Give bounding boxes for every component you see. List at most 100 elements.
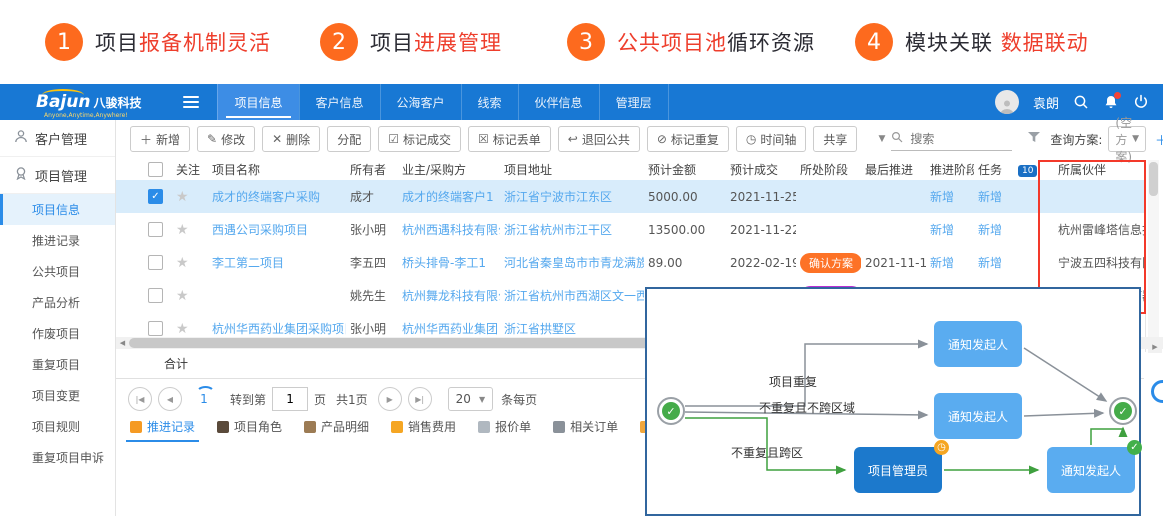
search-input[interactable] — [908, 131, 1012, 147]
task-link[interactable]: 新增 — [978, 190, 1002, 204]
mark-lost-button[interactable]: ☒标记丢单 — [468, 126, 551, 152]
sidebar-item-重复项目申诉[interactable]: 重复项目申诉 — [0, 442, 115, 473]
scroll-left-icon[interactable]: ◀ — [116, 337, 129, 349]
current-page[interactable]: 1 — [194, 392, 214, 406]
search-icon[interactable] — [1073, 94, 1089, 110]
sidebar-item-作废项目[interactable]: 作废项目 — [0, 318, 115, 349]
address-link[interactable]: 浙江省杭州市西湖区文一西... — [504, 289, 644, 303]
push-stage-link[interactable]: 新增 — [930, 223, 954, 237]
row-checkbox[interactable] — [148, 255, 163, 270]
nav-tab-伙伴信息[interactable]: 伙伴信息 — [518, 84, 599, 120]
hamburger-menu-icon[interactable] — [183, 96, 199, 108]
sidebar-item-项目信息[interactable]: 项目信息 — [0, 194, 115, 225]
workflow-node-通知发起人[interactable]: 通知发起人 — [1047, 447, 1135, 493]
prev-page-button[interactable]: ◀ — [158, 387, 182, 411]
workflow-node-通知发起人[interactable]: 通知发起人 — [934, 321, 1022, 367]
scroll-right-icon[interactable]: ▶ — [1148, 341, 1162, 353]
column-header-最后推进[interactable]: 最后推进 — [861, 161, 926, 178]
search-box[interactable] — [891, 128, 1012, 151]
bottom-tab-销售费用[interactable]: 销售费用 — [391, 418, 456, 442]
task-link[interactable]: 新增 — [978, 223, 1002, 237]
nav-tab-管理层[interactable]: 管理层 — [599, 84, 669, 120]
column-header-项目名称[interactable]: 项目名称 — [208, 161, 346, 178]
timeline-button[interactable]: ◷时间轴 — [736, 126, 807, 152]
bottom-tab-相关订单[interactable]: 相关订单 — [553, 418, 618, 442]
sidebar-item-公共项目[interactable]: 公共项目 — [0, 256, 115, 287]
buyer-link[interactable]: 杭州舞龙科技有限公司 — [402, 289, 500, 303]
address-link[interactable]: 浙江省拱墅区 — [504, 322, 576, 336]
push-stage-link[interactable]: 新增 — [930, 190, 954, 204]
column-header-所处阶段[interactable]: 所处阶段 — [796, 161, 861, 178]
buyer-link[interactable]: 桥头排骨-李工1 — [402, 256, 486, 270]
table-row[interactable]: ★李工第二项目李五四桥头排骨-李工1河北省秦皇岛市市青龙满族...89.0020… — [116, 246, 1144, 280]
workflow-node-项目管理员[interactable]: 项目管理员 — [854, 447, 942, 493]
delete-button[interactable]: ✕删除 — [262, 126, 320, 152]
star-icon[interactable]: ★ — [176, 255, 189, 271]
sidebar-item-产品分析[interactable]: 产品分析 — [0, 287, 115, 318]
address-link[interactable]: 浙江省杭州市江干区 — [504, 223, 612, 237]
query-plan-select[interactable]: (空方案)▼ — [1108, 126, 1146, 152]
buyer-link[interactable]: 成才的终端客户1 — [402, 190, 494, 204]
mark-won-button[interactable]: ☑标记成交 — [378, 126, 461, 152]
project-name-link[interactable]: 成才的终端客户采购 — [212, 190, 320, 204]
nav-tab-线索[interactable]: 线索 — [461, 84, 518, 120]
table-row[interactable]: ★西遇公司采购项目张小明杭州西遇科技有限公司浙江省杭州市江干区13500.002… — [116, 213, 1144, 247]
row-checkbox[interactable] — [148, 222, 163, 237]
sidebar-item-项目规则[interactable]: 项目规则 — [0, 411, 115, 442]
last-page-button[interactable]: ▶| — [408, 387, 432, 411]
column-header-关注[interactable]: 关注 — [172, 161, 208, 178]
sidebar-item-项目变更[interactable]: 项目变更 — [0, 380, 115, 411]
row-checkbox[interactable] — [148, 288, 163, 303]
edit-button[interactable]: ✎修改 — [197, 126, 255, 152]
sidebar-item-重复项目[interactable]: 重复项目 — [0, 349, 115, 380]
sidebar-group-客户管理[interactable]: 客户管理 — [0, 120, 115, 157]
sidebar-group-项目管理[interactable]: 项目管理 — [0, 157, 115, 194]
project-name-link[interactable]: 西遇公司采购项目 — [212, 223, 308, 237]
address-link[interactable]: 河北省秦皇岛市市青龙满族... — [504, 256, 644, 270]
column-header-预计成交[interactable]: 预计成交 — [726, 161, 796, 178]
return-public-button[interactable]: ↩退回公共 — [558, 126, 640, 152]
add-button[interactable]: ＋新增 — [130, 126, 190, 152]
push-stage-link[interactable]: 新增 — [930, 256, 954, 270]
nav-tab-公海客户[interactable]: 公海客户 — [380, 84, 461, 120]
star-icon[interactable]: ★ — [176, 189, 189, 205]
buyer-link[interactable]: 杭州华西药业集团 — [402, 322, 498, 336]
nav-tab-项目信息[interactable]: 项目信息 — [217, 84, 298, 120]
add-plan-button[interactable]: ＋ — [1155, 130, 1163, 149]
star-icon[interactable]: ★ — [176, 222, 189, 238]
page-input[interactable] — [272, 387, 308, 411]
column-header-项目地址[interactable]: 项目地址 — [500, 161, 644, 178]
next-page-button[interactable]: ▶ — [378, 387, 402, 411]
column-header-所属伙伴[interactable]: 所属伙伴 — [1054, 161, 1144, 178]
chevron-down-icon[interactable]: ▼ — [878, 134, 885, 144]
workflow-node-通知发起人[interactable]: 通知发起人 — [934, 393, 1022, 439]
row-checkbox[interactable]: ✓ — [148, 189, 163, 204]
power-icon[interactable] — [1133, 94, 1149, 110]
star-icon[interactable]: ★ — [176, 288, 189, 304]
column-header-业主/采购方[interactable]: 业主/采购方 — [398, 161, 500, 178]
filter-funnel-icon[interactable] — [1028, 132, 1040, 146]
nav-tab-客户信息[interactable]: 客户信息 — [299, 84, 380, 120]
notification-bell-icon[interactable] — [1103, 94, 1119, 110]
table-row[interactable]: ✓★成才的终端客户采购成才成才的终端客户1浙江省宁波市江东区5000.00202… — [116, 180, 1144, 214]
bottom-tab-产品明细[interactable]: 产品明细 — [304, 418, 369, 442]
row-checkbox[interactable] — [148, 321, 163, 336]
share-button[interactable]: 共享 — [813, 126, 857, 152]
column-header-10[interactable]: 10 — [1014, 162, 1054, 177]
project-name-link[interactable]: 杭州华西药业集团采购项目 — [212, 322, 346, 336]
column-header-推进阶段[interactable]: 推进阶段 — [926, 161, 974, 178]
star-icon[interactable]: ★ — [176, 321, 189, 337]
avatar[interactable] — [995, 90, 1019, 114]
username[interactable]: 袁朗 — [1033, 93, 1059, 112]
task-link[interactable]: 新增 — [978, 256, 1002, 270]
bottom-tab-报价单[interactable]: 报价单 — [478, 418, 531, 442]
assign-button[interactable]: 分配 — [327, 126, 371, 152]
mark-duplicate-button[interactable]: ⊘标记重复 — [647, 126, 729, 152]
select-all-checkbox[interactable] — [148, 162, 163, 177]
buyer-link[interactable]: 杭州西遇科技有限公司 — [402, 223, 500, 237]
page-size-select[interactable]: 20 ▼ — [448, 387, 493, 411]
column-header-任务[interactable]: 任务 — [974, 161, 1014, 178]
bottom-tab-推进记录[interactable]: 推进记录 — [130, 418, 195, 442]
column-header-所有者[interactable]: 所有者 — [346, 161, 398, 178]
sidebar-item-推进记录[interactable]: 推进记录 — [0, 225, 115, 256]
